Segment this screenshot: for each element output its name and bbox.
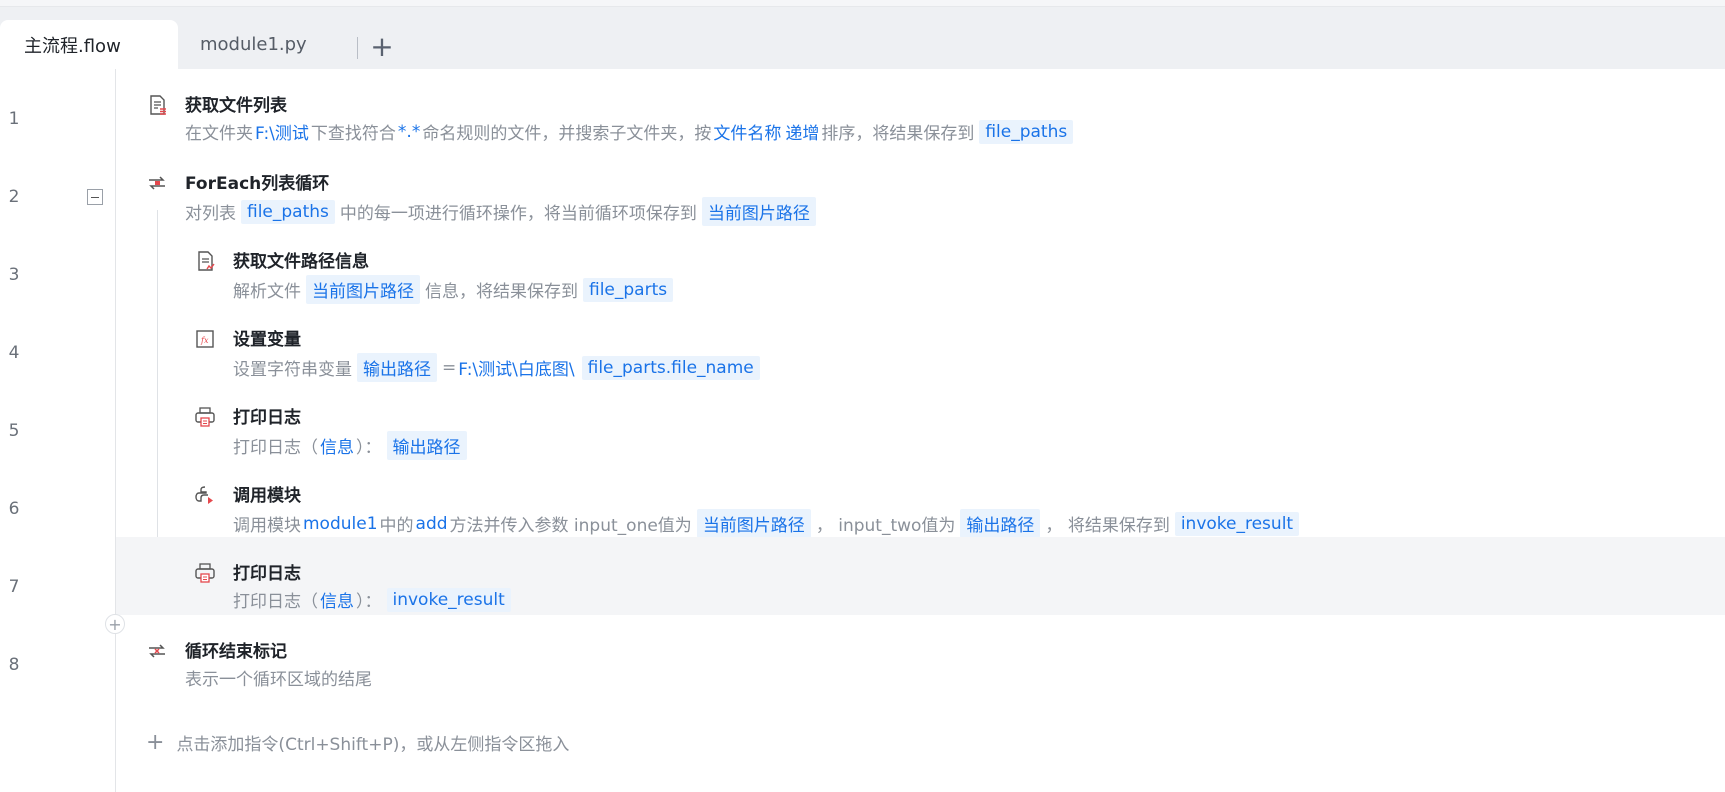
desc-text: 对列表	[185, 204, 236, 224]
line-number: 1	[8, 109, 20, 129]
step-title: ForEach列表循环	[185, 174, 330, 194]
tab-module1[interactable]: module1.py	[200, 20, 307, 69]
desc-text: 调用模块	[233, 516, 301, 536]
variable-chip[interactable]: file_parts.file_name	[581, 355, 760, 380]
variable-chip[interactable]: invoke_result	[1174, 511, 1300, 536]
tab-label: module1.py	[200, 34, 307, 55]
file-list-icon	[146, 94, 168, 116]
line-number: 6	[8, 499, 20, 519]
line-number: 4	[8, 343, 20, 363]
param-value[interactable]: 递增	[783, 119, 821, 144]
variable-chip[interactable]: 输出路径	[960, 509, 1041, 538]
add-tab-button[interactable]: +	[368, 29, 396, 63]
desc-text: 下查找符合	[310, 124, 396, 144]
function-icon: fx	[194, 328, 216, 350]
tab-main-flow[interactable]: 主流程.flow	[0, 20, 178, 69]
param-value[interactable]: 文件名称	[711, 119, 783, 144]
desc-text: 命名规则的文件，并搜索子文件夹，按	[422, 124, 712, 144]
svg-text:fx: fx	[200, 336, 209, 345]
line-number: 2	[8, 187, 20, 207]
plus-icon: +	[146, 730, 165, 755]
desc-text: 表示一个循环区域的结尾	[185, 670, 372, 690]
insert-step-button[interactable]: +	[105, 614, 125, 634]
tab-divider	[357, 37, 358, 59]
desc-text: ）：	[356, 438, 382, 458]
desc-text: 方法并传入参数 input_one值为	[449, 516, 692, 536]
file-path-icon	[194, 250, 216, 272]
collapse-loop-button[interactable]	[87, 189, 103, 205]
param-value[interactable]: 信息	[318, 587, 356, 612]
add-instruction-label: 点击添加指令(Ctrl+Shift+P)，或从左侧指令区拖入	[176, 735, 570, 755]
step-description: 打印日志（ 信息 ）： 输出路径	[233, 431, 472, 460]
loop-end-icon	[146, 640, 168, 662]
step-description: 在文件夹 F:\测试 下查找符合 *.* 命名规则的文件，并搜索子文件夹，按 文…	[185, 119, 1078, 144]
step-title: 调用模块	[233, 486, 301, 506]
desc-text: 打印日志（	[233, 592, 318, 612]
line-number: 5	[8, 421, 20, 441]
loop-icon	[146, 172, 168, 194]
window-top-strip	[0, 0, 1725, 7]
variable-chip[interactable]: file_paths	[979, 119, 1074, 144]
param-value[interactable]: add	[414, 514, 450, 534]
step-title: 设置变量	[233, 330, 301, 350]
variable-chip[interactable]: 输出路径	[357, 353, 437, 382]
step-description: 设置字符串变量 输出路径 = F:\测试\白底图\ file_parts.file…	[233, 353, 765, 382]
step-title: 获取文件列表	[185, 96, 287, 116]
desc-text: 在文件夹	[185, 124, 253, 144]
variable-chip[interactable]: 当前图片路径	[306, 275, 420, 304]
desc-text: ， input_two值为	[815, 516, 956, 536]
add-instruction-hint[interactable]: + 点击添加指令(Ctrl+Shift+P)，或从左侧指令区拖入	[146, 730, 569, 755]
gutter-divider	[115, 69, 116, 792]
param-value[interactable]: *.*	[396, 122, 422, 142]
step-description: 解析文件 当前图片路径 信息，将结果保存到 file_parts	[233, 275, 678, 304]
param-value[interactable]: F:\测试	[253, 119, 311, 144]
python-module-icon	[194, 484, 216, 506]
desc-text: =	[442, 357, 457, 378]
desc-text: 中的	[379, 516, 414, 536]
desc-text: 打印日志（	[233, 438, 318, 458]
desc-text: ）：	[356, 592, 382, 612]
desc-text: 解析文件	[233, 282, 301, 302]
variable-chip[interactable]: file_paths	[241, 199, 335, 224]
step-title: 打印日志	[233, 564, 301, 584]
param-value[interactable]: module1	[301, 514, 380, 534]
step-description: 调用模块 module1 中的 add 方法并传入参数 input_one值为 …	[233, 509, 1304, 538]
variable-chip[interactable]: 输出路径	[386, 431, 467, 460]
variable-chip[interactable]: 当前图片路径	[701, 197, 816, 226]
print-log-icon	[194, 406, 216, 428]
desc-text: 排序，将结果保存到	[821, 124, 975, 144]
step-description: 打印日志（ 信息 ）： invoke_result	[233, 587, 516, 612]
step-title: 获取文件路径信息	[233, 252, 369, 272]
editor-tab-bar: 主流程.flow module1.py +	[0, 7, 1725, 69]
step-title: 打印日志	[233, 408, 301, 428]
line-number: 8	[8, 655, 20, 675]
desc-text: 中的每一项进行循环操作，将当前循环项保存到	[339, 204, 697, 224]
param-value[interactable]: 信息	[318, 433, 356, 458]
line-number: 3	[8, 265, 20, 285]
desc-text: ， 将结果保存到	[1045, 516, 1170, 536]
print-log-icon	[194, 562, 216, 584]
variable-chip[interactable]: 当前图片路径	[696, 509, 811, 538]
variable-chip[interactable]: invoke_result	[386, 587, 511, 612]
desc-text: 设置字符串变量	[233, 360, 352, 380]
desc-text: 信息，将结果保存到	[425, 282, 578, 302]
tab-label: 主流程.flow	[24, 35, 121, 57]
param-value[interactable]: F:\测试\白底图\	[456, 355, 576, 380]
step-description: 对列表 file_paths 中的每一项进行循环操作，将当前循环项保存到 当前图…	[185, 197, 821, 226]
step-description: 表示一个循环区域的结尾	[185, 665, 372, 690]
line-number: 7	[8, 577, 20, 597]
variable-chip[interactable]: file_parts	[583, 277, 674, 302]
step-title: 循环结束标记	[185, 642, 287, 662]
